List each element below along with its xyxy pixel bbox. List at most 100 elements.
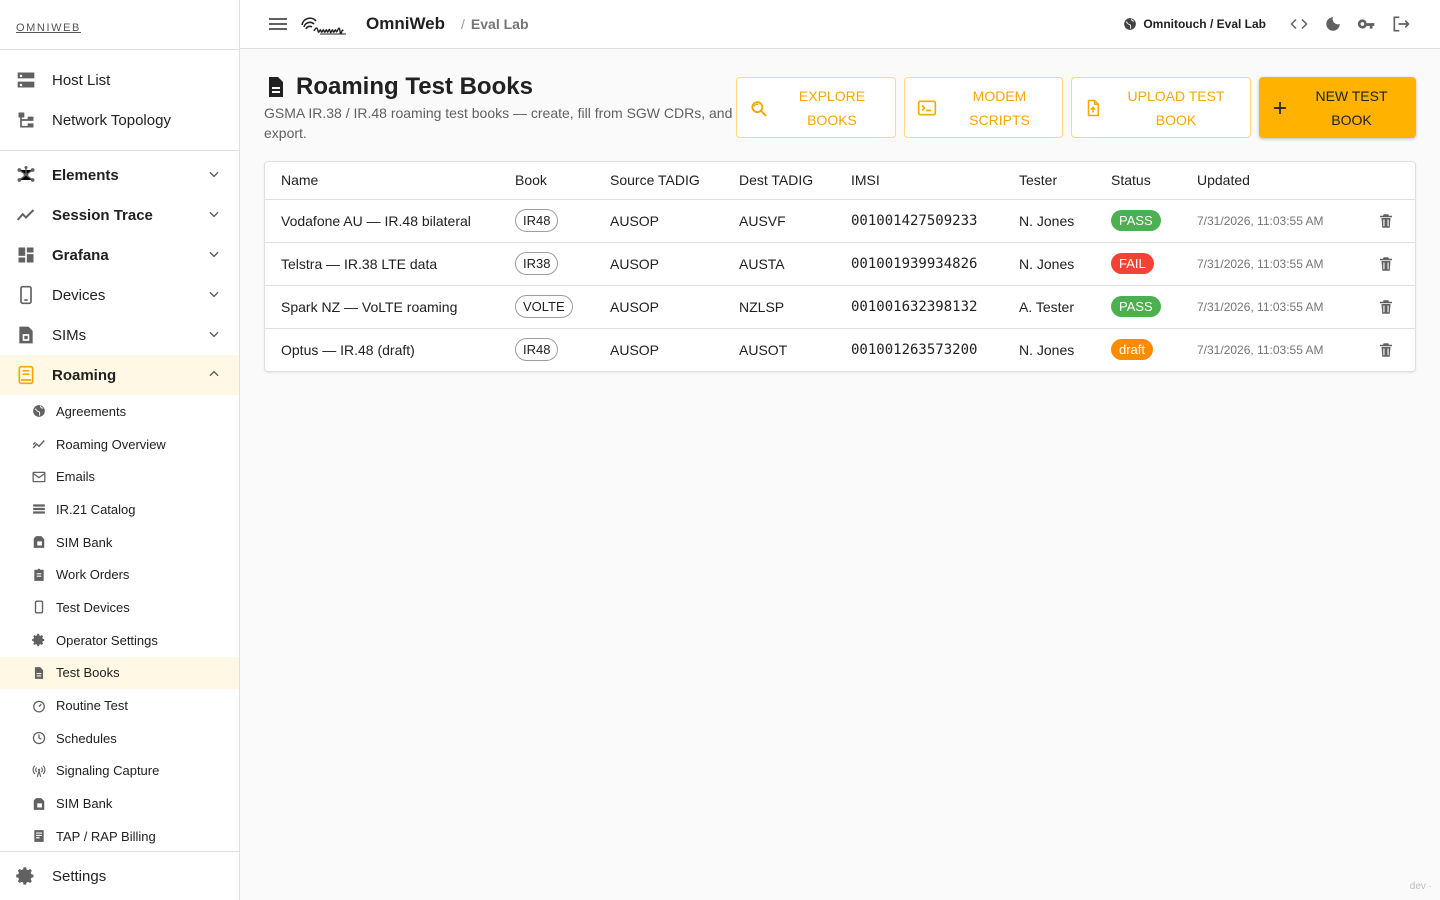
app-title[interactable]: OmniWeb [366, 14, 445, 34]
row-tester: N. Jones [1003, 199, 1095, 243]
sidebar-item-sim-bank[interactable]: SIM Bank [0, 526, 239, 559]
sidebar-item-session-trace[interactable]: Session Trace [0, 195, 239, 235]
sidebar: OMNIWEB Host List Network Topology Eleme… [0, 0, 240, 900]
page-header: Roaming Test Books GSMA IR.38 / IR.48 ro… [264, 73, 1416, 159]
sidebar-item-label: Schedules [56, 730, 117, 746]
row-tester: N. Jones [1019, 341, 1075, 358]
sidebar-item-host-list[interactable]: Host List [0, 60, 239, 100]
sidebar-top-group: Host List Network Topology [0, 50, 239, 151]
receipt-icon [32, 829, 46, 843]
sidebar-item-operator-settings[interactable]: Operator Settings [0, 624, 239, 657]
gear-icon [32, 633, 46, 647]
sidebar-item-test-devices[interactable]: Test Devices [0, 591, 239, 624]
sidebar-item-label: Roaming [52, 366, 117, 384]
key-icon[interactable] [1356, 13, 1378, 35]
breadcrumb-separator: / [461, 16, 465, 32]
tenant-selector[interactable]: Omnitouch / Eval Lab [1123, 17, 1266, 31]
delete-icon[interactable] [1377, 341, 1399, 359]
sidebar-item-routine-test[interactable]: Routine Test [0, 689, 239, 722]
sidebar-item-label: Routine Test [56, 698, 129, 714]
breadcrumb[interactable]: Eval Lab [471, 16, 529, 32]
sidebar-item-ir21-catalog[interactable]: IR.21 Catalog [0, 493, 239, 526]
elements-icon [16, 165, 36, 185]
row-updated: 7/31/2026, 11:03:55 AM [1181, 242, 1361, 286]
explore-books-button[interactable]: Explore Books [736, 77, 896, 138]
table-row[interactable]: Spark NZ — VoLTE roaming VOLTE AUSOP NZL… [265, 285, 1415, 329]
clipboard-icon [32, 568, 46, 582]
row-dest-tadig: AUSVF [723, 199, 835, 243]
delete-icon[interactable] [1377, 212, 1399, 230]
column-header-actions [1361, 162, 1415, 200]
sidebar-item-test-books[interactable]: Test Books [0, 656, 239, 690]
document-icon [264, 75, 296, 99]
row-updated: 7/31/2026, 11:03:55 AM [1181, 285, 1361, 329]
sidebar-item-label: IR.21 Catalog [56, 501, 136, 517]
upload-test-book-button[interactable]: Upload Test Book [1071, 77, 1251, 138]
explore-icon [749, 98, 769, 118]
table-row[interactable]: Vodafone AU — IR.48 bilateral IR48 AUSOP… [265, 199, 1415, 243]
sidebar-item-work-orders[interactable]: Work Orders [0, 558, 239, 591]
sidebar-item-tap-rap-billing[interactable]: TAP / RAP Billing [0, 820, 239, 853]
chevron-down-icon [207, 287, 221, 301]
sidebar-item-sims[interactable]: SIMs [0, 315, 239, 355]
server-icon [16, 70, 36, 90]
sidebar-item-label: Agreements [56, 403, 127, 419]
page-actions: Explore Books Modem Scripts Upload Test … [728, 77, 1416, 138]
column-header-imsi[interactable]: IMSI [835, 162, 1003, 200]
code-icon[interactable] [1288, 13, 1310, 35]
table-row[interactable]: Telstra — IR.38 LTE data IR38 AUSOP AUST… [265, 242, 1415, 286]
book-chip: VOLTE [515, 295, 573, 318]
new-test-book-button[interactable]: New Test Book [1259, 77, 1416, 138]
row-dest-tadig: AUSTA [723, 242, 835, 286]
dark-mode-icon[interactable] [1322, 13, 1344, 35]
sidebar-item-label: Test Devices [56, 599, 130, 615]
row-imsi: 001001939934826 [835, 242, 1003, 286]
column-header-status[interactable]: Status [1095, 162, 1181, 200]
column-header-tester[interactable]: Tester [1003, 162, 1095, 200]
omnitouch-logo-icon [300, 11, 360, 37]
mail-icon [32, 470, 46, 484]
modem-scripts-button[interactable]: Modem Scripts [904, 77, 1063, 138]
globe-icon [1123, 17, 1143, 31]
chevron-down-icon [207, 327, 221, 341]
sidebar-item-grafana[interactable]: Grafana [0, 235, 239, 275]
status-badge: FAIL [1111, 253, 1154, 274]
sidebar-item-sim-bank-2[interactable]: SIM Bank [0, 787, 239, 820]
row-source-tadig: AUSOP [610, 341, 660, 358]
device-icon [16, 285, 36, 305]
book-chip: IR48 [515, 338, 559, 362]
logout-icon[interactable] [1390, 13, 1412, 35]
button-label: Modem Scripts [969, 87, 1030, 128]
sidebar-item-agreements[interactable]: Agreements [0, 395, 239, 428]
button-label: New Test Book [1315, 87, 1388, 128]
tenant-label: Omnitouch / Eval Lab [1143, 17, 1266, 31]
sidebar-item-settings[interactable]: Settings [0, 852, 239, 900]
globe-icon [32, 404, 46, 418]
sidebar-item-network-topology[interactable]: Network Topology [0, 100, 239, 140]
sidebar-item-label: Devices [52, 286, 106, 304]
column-header-source-tadig[interactable]: Source TADIG [594, 162, 723, 200]
column-header-updated[interactable]: Updated [1181, 162, 1361, 200]
sidebar-item-schedules[interactable]: Schedules [0, 722, 239, 755]
delete-icon[interactable] [1377, 255, 1399, 273]
sidebar-item-signaling-capture[interactable]: Signaling Capture [0, 755, 239, 788]
sidebar-item-roaming[interactable]: Roaming [0, 355, 239, 395]
sidebar-item-roaming-overview[interactable]: Roaming Overview [0, 428, 239, 461]
column-header-name[interactable]: Name [265, 162, 499, 200]
roaming-icon [16, 365, 36, 385]
row-source-tadig: AUSOP [594, 285, 723, 329]
column-header-dest-tadig[interactable]: Dest TADIG [723, 162, 835, 200]
status-badge: draft [1111, 339, 1154, 361]
hamburger-menu-icon[interactable] [266, 12, 290, 36]
brand-link[interactable]: OMNIWEB [16, 22, 81, 34]
table-row[interactable]: Optus — IR.48 (draft) IR48 AUSOP AUSOT 0… [265, 328, 1415, 371]
row-name: Optus — IR.48 (draft) [281, 341, 415, 358]
sidebar-item-devices[interactable]: Devices [0, 275, 239, 315]
status-badge: PASS [1111, 210, 1161, 231]
sidebar-item-elements[interactable]: Elements [0, 155, 239, 195]
sidebar-item-emails[interactable]: Emails [0, 460, 239, 493]
page-title-text: Roaming Test Books [296, 73, 533, 100]
delete-icon[interactable] [1377, 298, 1399, 316]
sidebar-item-label: TAP / RAP Billing [56, 828, 156, 844]
column-header-book[interactable]: Book [499, 162, 594, 200]
